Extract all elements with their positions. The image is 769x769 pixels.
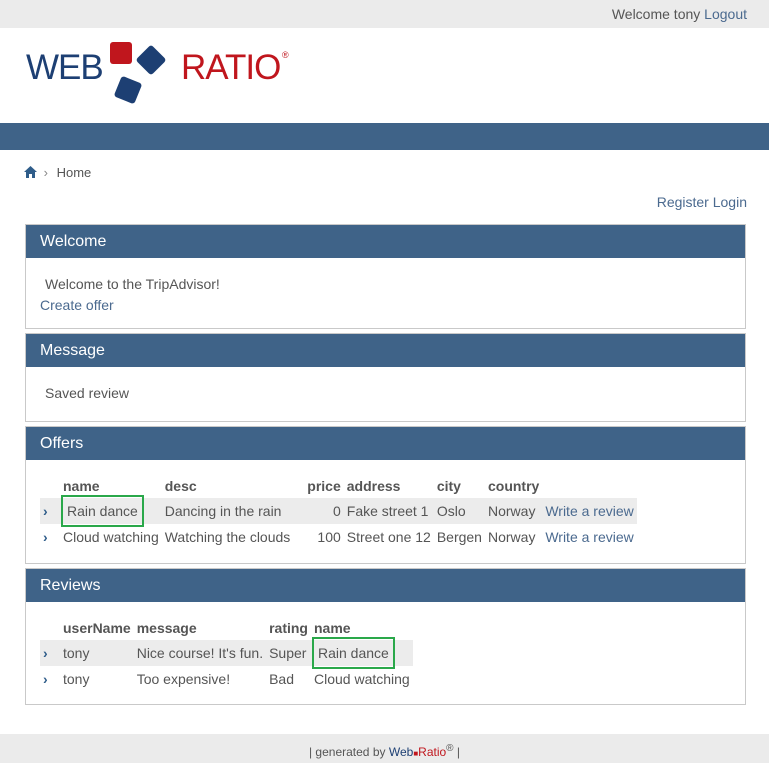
- column-header: price: [307, 478, 341, 494]
- message-panel: Message Saved review: [25, 333, 746, 422]
- welcome-message: Welcome to the TripAdvisor!: [45, 276, 220, 292]
- chevron-right-icon[interactable]: ›: [40, 498, 60, 524]
- column-header: name: [313, 620, 351, 636]
- review-name-highlighted: Rain dance: [311, 637, 395, 669]
- write-review-cell: Write a review: [542, 498, 637, 524]
- footer-brand-ratio: Ratio: [418, 745, 447, 759]
- offer-city-cell: Bergen: [436, 529, 482, 545]
- column-header: name: [63, 478, 100, 494]
- column-header: rating: [269, 620, 308, 636]
- login-link[interactable]: Login: [713, 194, 747, 210]
- column-header: address: [346, 478, 401, 494]
- offer-name-highlighted[interactable]: Rain dance: [61, 495, 144, 527]
- review-rating-cell: Super: [266, 640, 311, 666]
- chevron-right-icon[interactable]: ›: [40, 666, 60, 692]
- table-row[interactable]: › tony Too expensive! Bad Cloud watching: [40, 666, 413, 692]
- column-header: desc: [164, 478, 197, 494]
- review-username-cell: tony: [60, 640, 134, 666]
- table-row[interactable]: › Rain dance Dancing in the rain 0 Fake …: [40, 495, 637, 527]
- home-icon[interactable]: [24, 166, 37, 178]
- offer-price-cell: 100: [317, 529, 341, 545]
- register-link[interactable]: Register: [657, 194, 709, 210]
- reviews-table: userName message rating name › tony Nice…: [40, 616, 413, 692]
- review-name-cell: Cloud watching: [313, 671, 410, 687]
- create-offer-link[interactable]: Create offer: [40, 297, 114, 313]
- webratio-logo: WEB RATIO ®: [26, 42, 296, 108]
- review-message-cell: Too expensive!: [136, 671, 231, 687]
- logo-word-ratio: RATIO: [181, 48, 281, 87]
- offers-table: name desc price address city country › R…: [40, 474, 637, 550]
- offers-panel: Offers name desc price address city coun…: [25, 426, 746, 564]
- offer-address-cell: Fake street 1: [343, 498, 434, 524]
- nav-bar: [0, 123, 769, 150]
- logo-word-web: WEB: [26, 48, 104, 87]
- auth-links: Register Login: [657, 194, 747, 210]
- chevron-right-icon[interactable]: ›: [40, 640, 60, 666]
- top-bar: Welcome tony Logout: [0, 0, 769, 28]
- review-name-cell: Rain dance: [310, 637, 413, 669]
- table-row[interactable]: › tony Nice course! It's fun. Super Rain…: [40, 637, 413, 669]
- logo-square-blue-bottom: [113, 75, 143, 105]
- message-panel-title: Message: [26, 334, 745, 367]
- welcome-panel: Welcome Welcome to the TripAdvisor! Crea…: [25, 224, 746, 329]
- logo-registered: ®: [282, 50, 289, 60]
- footer: | generated by Web■Ratio® |: [0, 734, 769, 763]
- offer-name-cell[interactable]: Rain dance: [60, 495, 162, 527]
- message-text: Saved review: [45, 385, 130, 401]
- column-header: country: [487, 478, 540, 494]
- offer-name-cell[interactable]: Cloud watching: [60, 524, 162, 550]
- welcome-user: Welcome tony Logout: [612, 6, 747, 22]
- offer-price-cell: 0: [304, 498, 344, 524]
- footer-registered: ®: [446, 743, 454, 754]
- welcome-user-text: Welcome tony: [611, 6, 701, 22]
- column-header: userName: [63, 620, 131, 636]
- column-header: city: [436, 478, 461, 494]
- review-message-cell: Nice course! It's fun.: [133, 640, 267, 666]
- chevron-right-icon[interactable]: ›: [40, 524, 60, 550]
- breadcrumb: › Home: [24, 165, 91, 180]
- write-review-cell: Write a review: [542, 524, 636, 550]
- logo-square-red: [110, 42, 132, 64]
- offers-header-row: name desc price address city country: [40, 474, 637, 498]
- offers-panel-title: Offers: [26, 427, 745, 460]
- offer-address-cell: Street one 12: [346, 529, 431, 545]
- footer-suffix: |: [456, 745, 461, 759]
- footer-prefix: | generated by: [308, 745, 386, 759]
- footer-brand[interactable]: Web■Ratio®: [388, 743, 454, 759]
- column-header: message: [136, 620, 197, 636]
- offer-country-cell: Norway: [487, 529, 536, 545]
- reviews-header-row: userName message rating name: [40, 616, 413, 640]
- footer-brand-web: Web: [388, 745, 414, 759]
- logout-link[interactable]: Logout: [704, 6, 747, 22]
- offer-desc-cell: Dancing in the rain: [161, 498, 305, 524]
- breadcrumb-home[interactable]: Home: [57, 165, 92, 180]
- offer-desc-cell: Watching the clouds: [164, 529, 291, 545]
- review-rating-cell: Bad: [269, 671, 295, 687]
- reviews-panel: Reviews userName message rating name › t…: [25, 568, 746, 705]
- offer-country-cell: Norway: [484, 498, 543, 524]
- welcome-panel-title: Welcome: [26, 225, 745, 258]
- reviews-panel-title: Reviews: [26, 569, 745, 602]
- write-review-link[interactable]: Write a review: [545, 503, 633, 519]
- review-username-cell: tony: [63, 671, 90, 687]
- write-review-link[interactable]: Write a review: [545, 529, 633, 545]
- table-row[interactable]: › Cloud watching Watching the clouds 100…: [40, 524, 637, 550]
- logo-square-blue-right: [135, 44, 167, 76]
- offer-city-cell: Oslo: [433, 498, 485, 524]
- breadcrumb-separator: ›: [43, 165, 48, 180]
